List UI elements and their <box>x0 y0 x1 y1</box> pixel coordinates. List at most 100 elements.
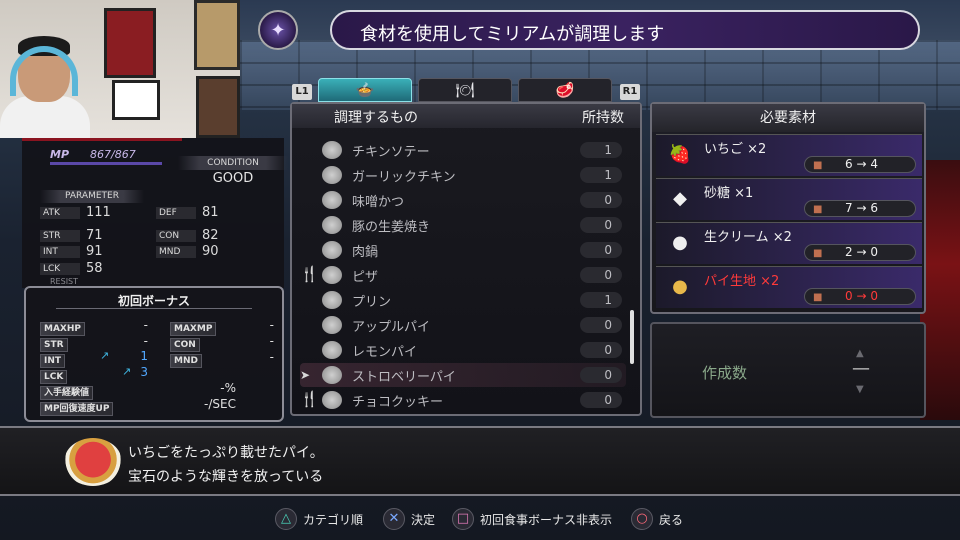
create-count-panel: ▲ 作成数 — ▼ <box>650 322 926 418</box>
description-line-1: いちごをたっぷり載せたパイ。 <box>128 445 324 461</box>
control-label: 戻る <box>659 513 684 527</box>
recipe-row[interactable]: ガーリックチキン 1 <box>300 163 626 187</box>
r1-button[interactable]: R1 <box>620 84 640 100</box>
condition-label: CONDITION <box>178 156 288 170</box>
recipe-name: チョコクッキー <box>352 395 444 410</box>
feather-icon: ↗ <box>122 365 132 378</box>
recipe-row[interactable]: 🍴 チョコクッキー 0 <box>300 388 626 412</box>
stat-value: 90 <box>202 244 219 259</box>
control-label: 決定 <box>411 513 436 527</box>
recipe-row[interactable]: 肉鍋 0 <box>300 238 626 262</box>
material-count: ■ 0 → 0 <box>804 288 916 305</box>
strawberry-icon: 🍓 <box>668 144 692 165</box>
recipe-row-selected[interactable]: ➤ ストロベリーパイ 0 <box>300 363 626 387</box>
bonus-key: MP回復速度UP <box>40 401 114 416</box>
recipe-row[interactable]: 🍴 ピザ 0 <box>300 263 626 287</box>
recipe-name: 味噌かつ <box>352 195 405 210</box>
title-pill: 食材を使用してミリアムが調理します <box>330 10 920 50</box>
recipe-row[interactable]: 味噌かつ 0 <box>300 188 626 212</box>
recipe-name: 肉鍋 <box>352 245 379 260</box>
l1-button[interactable]: L1 <box>292 84 312 100</box>
bonus-row-mp-regen: MP回復速度UP <box>40 398 114 416</box>
column-header-qty: 所持数 <box>582 110 624 126</box>
recipe-row[interactable]: 豚の生姜焼き 0 <box>300 213 626 237</box>
tab-dish[interactable]: 🍽 <box>418 78 512 102</box>
stat-atk: ATK 111 <box>40 205 111 220</box>
down-arrow-icon[interactable]: ▼ <box>856 384 864 395</box>
material-row-insufficient: ● パイ生地 ×2 ■ 0 → 0 <box>656 266 922 308</box>
recipe-name: チキンソテー <box>352 145 430 160</box>
chef-hat-icon: 🍲 <box>355 81 375 99</box>
category-tabs: L1 🍲 🍽 🥩 R1 <box>292 78 642 104</box>
stat-int: INT 91 <box>40 244 103 259</box>
recipe-qty: 0 <box>580 192 622 208</box>
bonus-value: 3 <box>140 365 148 379</box>
scrollbar[interactable] <box>630 310 634 364</box>
recipe-row[interactable]: アップルパイ 0 <box>300 313 626 337</box>
resist-label: RESIST <box>50 277 79 286</box>
material-row: 🍓 いちご ×2 ■ 6 → 4 <box>656 134 922 176</box>
create-count-value[interactable]: — <box>852 358 870 379</box>
webcam-overlay <box>0 0 240 138</box>
bonus-row-con: CON <box>170 334 200 352</box>
stat-key: LCK <box>40 262 80 275</box>
recipe-qty: 0 <box>580 217 622 233</box>
stat-value: 58 <box>86 261 103 276</box>
mp-bar <box>50 162 162 165</box>
stat-con: CON 82 <box>156 228 219 243</box>
status-panel: MP 867/867 CONDITION GOOD PARAMETER ATK 1… <box>22 138 288 288</box>
material-name: パイ生地 ×2 <box>704 274 780 289</box>
strawberry-pie-icon <box>64 438 122 486</box>
bag-icon: ■ <box>813 160 823 171</box>
feather-icon: ↗ <box>100 349 110 362</box>
material-count-value: 0 → 0 <box>845 289 878 303</box>
background-decoration <box>920 160 960 420</box>
fork-knife-icon: 🍴 <box>300 390 319 408</box>
bonus-row-lck: LCK <box>40 366 68 384</box>
material-row: ◆ 砂糖 ×1 ■ 7 → 6 <box>656 178 922 220</box>
circle-button-icon: ○ <box>631 508 653 530</box>
stat-mnd: MND 90 <box>156 244 219 259</box>
plate-icon <box>322 141 342 159</box>
bonus-value: - <box>143 334 148 348</box>
recipe-name: アップルパイ <box>352 320 431 335</box>
stat-value: 71 <box>86 228 103 243</box>
square-button-icon: □ <box>452 508 474 530</box>
recipe-list-panel: 調理するもの 所持数 チキンソテー 1 ガーリックチキン 1 味噌かつ 0 豚の… <box>290 102 642 416</box>
divider <box>56 308 252 309</box>
poster <box>112 80 160 120</box>
recipe-row[interactable]: レモンパイ 0 <box>300 338 626 362</box>
description-bar: いちごをたっぷり載せたパイ。 宝石のような輝きを放っている <box>0 426 960 496</box>
recipe-name: プリン <box>352 295 392 310</box>
control-label: 初回食事ボーナス非表示 <box>480 513 613 527</box>
control-label: カテゴリ順 <box>303 513 364 527</box>
stat-lck: LCK 58 <box>40 261 103 276</box>
recipe-row[interactable]: プリン 1 <box>300 288 626 312</box>
meat-icon: 🥩 <box>555 81 575 99</box>
description-line-2: 宝石のような輝きを放っている <box>128 469 324 485</box>
bonus-key: MND <box>170 353 202 368</box>
recipe-qty: 0 <box>580 392 622 408</box>
recipe-qty: 0 <box>580 267 622 283</box>
bonus-row-maxhp: MAXHP <box>40 318 85 336</box>
sugar-icon: ◆ <box>673 188 687 209</box>
fork-knife-icon: 🍴 <box>300 265 319 283</box>
pie-dough-icon: ● <box>672 276 688 297</box>
mp-value: 867/867 <box>90 148 136 161</box>
tab-cooking[interactable]: 🍲 <box>318 78 412 102</box>
first-time-bonus-panel: 初回ボーナス MAXHP - MAXMP - STR - CON - INT ↗… <box>24 286 284 422</box>
stat-key: CON <box>156 229 196 242</box>
tab-meat[interactable]: 🥩 <box>518 78 612 102</box>
poster <box>104 8 156 78</box>
plate-icon <box>322 316 342 334</box>
stat-value: 91 <box>86 244 103 259</box>
bonus-row-maxmp: MAXMP <box>170 318 217 336</box>
recipe-list-header: 調理するもの 所持数 <box>292 104 640 128</box>
streamer-body <box>0 96 90 138</box>
stat-str: STR 71 <box>40 228 103 243</box>
recipe-qty: 1 <box>580 292 622 308</box>
stat-key: ATK <box>40 206 80 219</box>
hp-bar <box>22 138 182 141</box>
material-count-value: 2 → 0 <box>845 245 878 259</box>
recipe-row[interactable]: チキンソテー 1 <box>300 138 626 162</box>
